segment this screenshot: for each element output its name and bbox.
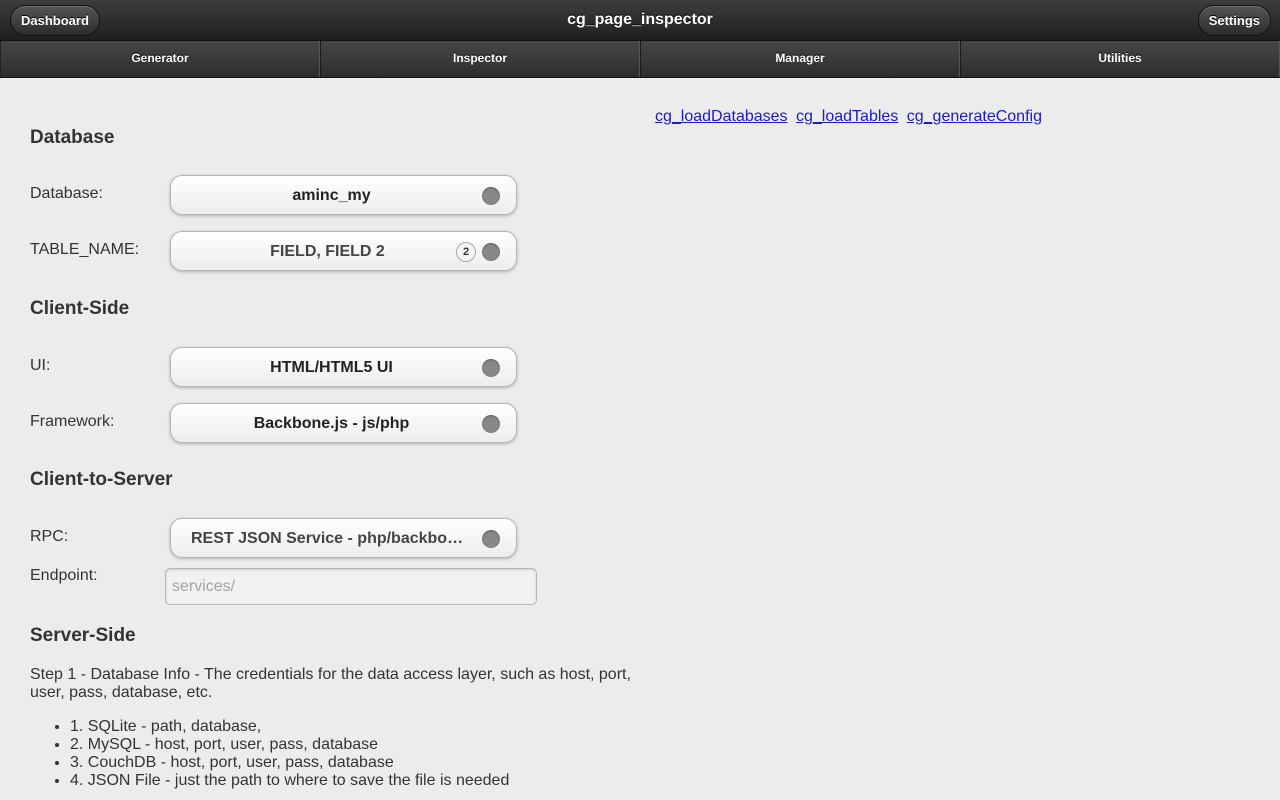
list-item: 2. MySQL - host, port, user, pass, datab… xyxy=(70,736,509,754)
ui-select[interactable]: HTML/HTML5 UI xyxy=(170,347,517,387)
framework-label: Framework: xyxy=(30,413,115,430)
framework-select[interactable]: Backbone.js - js/php xyxy=(170,403,517,443)
section-heading-database: Database xyxy=(30,127,115,148)
tab-utilities[interactable]: Utilities xyxy=(960,41,1280,77)
load-databases-link[interactable]: cg_loadDatabases xyxy=(655,108,788,125)
endpoint-input[interactable] xyxy=(165,568,537,605)
table-name-label: TABLE_NAME: xyxy=(30,241,140,258)
load-tables-link[interactable]: cg_loadTables xyxy=(796,108,898,125)
tab-manager[interactable]: Manager xyxy=(640,41,960,77)
framework-select-value: Backbone.js - js/php xyxy=(253,415,410,432)
section-heading-server-side: Server-Side xyxy=(30,625,136,646)
rpc-select-value: REST JSON Service - php/backbone.js xyxy=(191,530,472,547)
settings-button[interactable]: Settings xyxy=(1197,5,1271,36)
list-item: 1. SQLite - path, database, xyxy=(70,718,509,736)
table-name-select[interactable]: FIELD, FIELD 2 2 xyxy=(170,231,517,271)
tab-generator[interactable]: Generator xyxy=(0,41,320,77)
rpc-label: RPC: xyxy=(30,528,69,545)
nav-bar: Generator Inspector Manager Utilities xyxy=(0,41,1280,78)
server-side-steps-list: 1. SQLite - path, database, 2. MySQL - h… xyxy=(70,718,509,790)
select-indicator-icon xyxy=(482,530,500,548)
select-indicator-icon xyxy=(482,359,500,377)
database-select[interactable]: aminc_my xyxy=(170,175,517,215)
select-indicator-icon xyxy=(482,415,500,433)
action-links: cg_loadDatabases cg_loadTables cg_genera… xyxy=(655,108,1046,126)
list-item: 4. JSON File - just the path to where to… xyxy=(70,772,509,790)
generate-config-link[interactable]: cg_generateConfig xyxy=(907,108,1042,125)
table-name-select-value: FIELD, FIELD 2 xyxy=(270,243,385,260)
server-side-description: Step 1 - Database Info - The credentials… xyxy=(30,666,631,701)
database-label: Database: xyxy=(30,185,103,202)
section-heading-client-to-server: Client-to-Server xyxy=(30,469,173,490)
selection-count-badge: 2 xyxy=(456,242,476,262)
select-indicator-icon xyxy=(482,187,500,205)
database-select-value: aminc_my xyxy=(292,187,371,204)
rpc-select[interactable]: REST JSON Service - php/backbone.js xyxy=(170,518,517,558)
app-header: Dashboard cg_page_inspector Settings xyxy=(0,0,1280,41)
section-heading-client-side: Client-Side xyxy=(30,298,130,319)
page-title: cg_page_inspector xyxy=(567,11,713,28)
ui-select-value: HTML/HTML5 UI xyxy=(270,359,393,376)
ui-label: UI: xyxy=(30,357,51,374)
tab-inspector[interactable]: Inspector xyxy=(320,41,640,77)
select-indicator-icon xyxy=(482,243,500,261)
endpoint-label: Endpoint: xyxy=(30,567,98,584)
list-item: 3. CouchDB - host, port, user, pass, dat… xyxy=(70,754,509,772)
